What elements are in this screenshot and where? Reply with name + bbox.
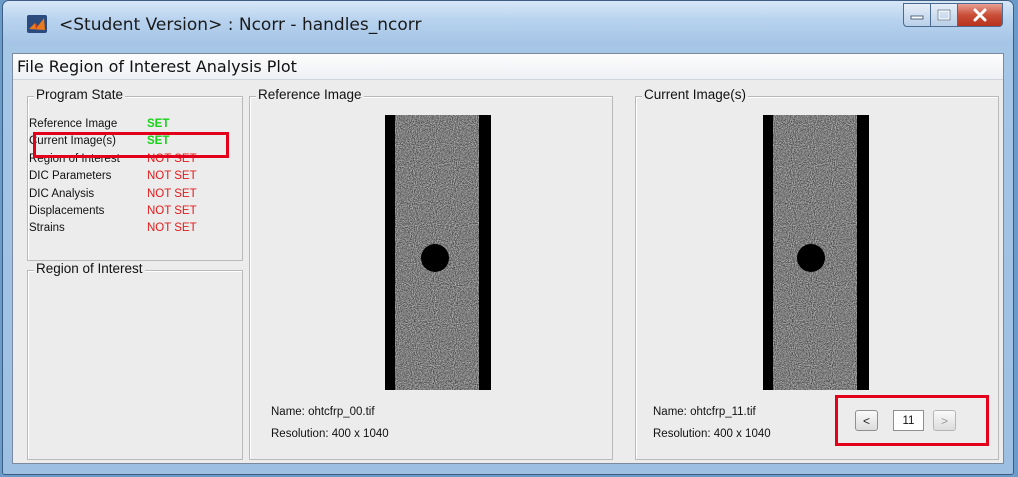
menu-file[interactable]: File bbox=[16, 57, 48, 76]
matlab-icon bbox=[27, 15, 47, 33]
state-label: Reference Image bbox=[29, 118, 118, 130]
image-navigator-highlight bbox=[835, 395, 989, 446]
current-name: Name: ohtcfrp_11.tif bbox=[653, 406, 756, 418]
reference-image-title: Reference Image bbox=[256, 87, 364, 102]
current-image-title: Current Image(s) bbox=[642, 87, 749, 102]
state-value: NOT SET bbox=[147, 222, 197, 235]
roi-panel: Region of Interest bbox=[27, 261, 243, 460]
program-state-title: Program State bbox=[34, 87, 126, 102]
state-value: NOT SET bbox=[147, 205, 197, 217]
client-area: File Region of Interest Analysis Plot Pr… bbox=[12, 53, 1004, 464]
menu-bar: File Region of Interest Analysis Plot bbox=[13, 54, 1003, 80]
window-controls bbox=[903, 3, 1003, 27]
close-icon bbox=[973, 8, 987, 22]
roi-title: Region of Interest bbox=[34, 261, 145, 276]
minimize-button[interactable] bbox=[903, 3, 930, 27]
reference-resolution: Resolution: 400 x 1040 bbox=[271, 428, 389, 440]
state-label: DIC Analysis bbox=[29, 187, 95, 200]
menu-region-of-interest[interactable]: Region of Interest bbox=[48, 57, 195, 76]
menu-analysis[interactable]: Analysis bbox=[195, 57, 266, 76]
menu-plot[interactable]: Plot bbox=[266, 57, 301, 76]
state-value: SET bbox=[147, 118, 170, 130]
window-title: <Student Version> : Ncorr - handles_ncor… bbox=[59, 15, 422, 35]
close-button[interactable] bbox=[957, 3, 1003, 27]
title-bar[interactable]: <Student Version> : Ncorr - handles_ncor… bbox=[3, 1, 1013, 45]
state-value: NOT SET bbox=[147, 170, 197, 183]
minimize-icon bbox=[910, 15, 924, 20]
current-image-state-highlight bbox=[33, 132, 229, 158]
state-label: DIC Parameters bbox=[29, 170, 112, 183]
current-resolution: Resolution: 400 x 1040 bbox=[653, 428, 771, 440]
application-window: <Student Version> : Ncorr - handles_ncor… bbox=[2, 0, 1014, 475]
state-label: Strains bbox=[29, 222, 65, 235]
reference-name: Name: ohtcfrp_00.tif bbox=[271, 406, 375, 418]
maximize-icon bbox=[937, 9, 951, 21]
state-value: NOT SET bbox=[147, 187, 197, 200]
maximize-button[interactable] bbox=[930, 3, 957, 27]
current-image bbox=[763, 115, 869, 390]
state-label: Displacements bbox=[29, 205, 105, 217]
reference-image bbox=[385, 115, 491, 390]
